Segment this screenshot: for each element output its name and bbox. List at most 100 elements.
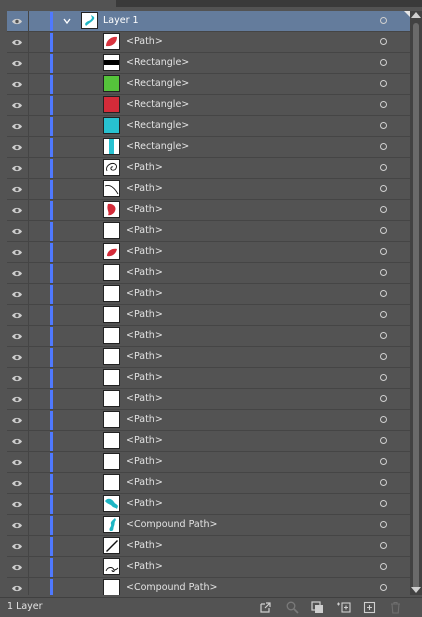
- item-name[interactable]: <Path>: [126, 414, 163, 425]
- visibility-eye-icon[interactable]: [11, 562, 23, 573]
- item-name[interactable]: <Path>: [126, 477, 163, 488]
- target-circle-icon[interactable]: [380, 542, 387, 549]
- export-icon[interactable]: [258, 600, 273, 615]
- layer-item-row[interactable]: <Rectangle>: [7, 74, 410, 95]
- scroll-up-arrow-icon[interactable]: [411, 12, 421, 18]
- layer-item-row[interactable]: <Path>: [7, 179, 410, 200]
- item-name[interactable]: <Path>: [126, 393, 163, 404]
- visibility-eye-icon[interactable]: [11, 79, 23, 90]
- item-name[interactable]: <Path>: [126, 183, 163, 194]
- layer-item-row[interactable]: <Path>: [7, 494, 410, 515]
- visibility-eye-icon[interactable]: [11, 499, 23, 510]
- visibility-eye-icon[interactable]: [11, 142, 23, 153]
- item-name[interactable]: <Path>: [126, 330, 163, 341]
- target-circle-icon[interactable]: [380, 164, 387, 171]
- target-circle-icon[interactable]: [380, 227, 387, 234]
- item-name[interactable]: <Path>: [126, 561, 163, 572]
- visibility-eye-icon[interactable]: [11, 394, 23, 405]
- item-name[interactable]: <Path>: [126, 435, 163, 446]
- target-circle-icon[interactable]: [380, 17, 387, 24]
- visibility-eye-icon[interactable]: [11, 478, 23, 489]
- layer-item-row[interactable]: <Path>: [7, 158, 410, 179]
- item-name[interactable]: <Compound Path>: [126, 582, 217, 593]
- visibility-eye-icon[interactable]: [11, 247, 23, 258]
- locate-object-icon[interactable]: [285, 600, 300, 615]
- target-circle-icon[interactable]: [380, 101, 387, 108]
- target-circle-icon[interactable]: [380, 143, 387, 150]
- target-circle-icon[interactable]: [380, 479, 387, 486]
- layer-item-row[interactable]: <Path>: [7, 305, 410, 326]
- target-circle-icon[interactable]: [380, 122, 387, 129]
- visibility-eye-icon[interactable]: [11, 58, 23, 69]
- visibility-eye-icon[interactable]: [11, 37, 23, 48]
- layer-item-row[interactable]: <Path>: [7, 557, 410, 578]
- target-circle-icon[interactable]: [380, 311, 387, 318]
- visibility-eye-icon[interactable]: [11, 520, 23, 531]
- item-name[interactable]: <Path>: [126, 267, 163, 278]
- item-name[interactable]: <Path>: [126, 225, 163, 236]
- layer-item-row[interactable]: <Path>: [7, 32, 410, 53]
- item-name[interactable]: <Path>: [126, 498, 163, 509]
- layer-item-row[interactable]: <Compound Path>: [7, 515, 410, 536]
- target-circle-icon[interactable]: [380, 59, 387, 66]
- visibility-eye-icon[interactable]: [11, 289, 23, 300]
- layer-item-row[interactable]: <Rectangle>: [7, 116, 410, 137]
- item-name[interactable]: <Compound Path>: [126, 519, 217, 530]
- target-circle-icon[interactable]: [380, 185, 387, 192]
- visibility-eye-icon[interactable]: [11, 163, 23, 174]
- item-name[interactable]: <Path>: [126, 162, 163, 173]
- item-name[interactable]: <Rectangle>: [126, 78, 189, 89]
- layer-row[interactable]: Layer 1: [7, 11, 410, 32]
- new-sublayer-icon[interactable]: [336, 600, 351, 615]
- visibility-eye-icon[interactable]: [11, 583, 23, 594]
- layer-item-row[interactable]: <Path>: [7, 389, 410, 410]
- layer-name[interactable]: Layer 1: [103, 15, 139, 26]
- item-name[interactable]: <Path>: [126, 246, 163, 257]
- visibility-eye-icon[interactable]: [11, 436, 23, 447]
- layer-item-row[interactable]: <Path>: [7, 473, 410, 494]
- target-circle-icon[interactable]: [380, 437, 387, 444]
- target-circle-icon[interactable]: [380, 290, 387, 297]
- layer-item-row[interactable]: <Rectangle>: [7, 53, 410, 74]
- visibility-eye-icon[interactable]: [11, 373, 23, 384]
- layer-item-row[interactable]: <Compound Path>: [7, 578, 410, 595]
- layer-item-row[interactable]: <Path>: [7, 263, 410, 284]
- item-name[interactable]: <Path>: [126, 309, 163, 320]
- target-circle-icon[interactable]: [380, 248, 387, 255]
- visibility-eye-icon[interactable]: [11, 16, 23, 27]
- item-name[interactable]: <Rectangle>: [126, 120, 189, 131]
- target-circle-icon[interactable]: [380, 521, 387, 528]
- clipping-mask-icon[interactable]: [310, 600, 325, 615]
- layer-item-row[interactable]: <Path>: [7, 452, 410, 473]
- visibility-eye-icon[interactable]: [11, 205, 23, 216]
- visibility-eye-icon[interactable]: [11, 226, 23, 237]
- layer-item-row[interactable]: <Rectangle>: [7, 95, 410, 116]
- visibility-eye-icon[interactable]: [11, 415, 23, 426]
- target-circle-icon[interactable]: [380, 80, 387, 87]
- layer-item-row[interactable]: <Path>: [7, 347, 410, 368]
- scrollbar-thumb[interactable]: [413, 23, 419, 589]
- visibility-eye-icon[interactable]: [11, 352, 23, 363]
- visibility-eye-icon[interactable]: [11, 331, 23, 342]
- layer-item-row[interactable]: <Path>: [7, 536, 410, 557]
- scrollbar[interactable]: [410, 11, 422, 595]
- item-name[interactable]: <Path>: [126, 456, 163, 467]
- target-circle-icon[interactable]: [380, 395, 387, 402]
- layer-item-row[interactable]: <Path>: [7, 326, 410, 347]
- visibility-eye-icon[interactable]: [11, 268, 23, 279]
- expand-chevron-icon[interactable]: [62, 16, 72, 26]
- layers-tab[interactable]: [0, 0, 116, 7]
- layer-item-row[interactable]: <Path>: [7, 221, 410, 242]
- visibility-eye-icon[interactable]: [11, 457, 23, 468]
- target-circle-icon[interactable]: [380, 458, 387, 465]
- scroll-down-arrow-icon[interactable]: [411, 587, 421, 593]
- layer-item-row[interactable]: <Path>: [7, 242, 410, 263]
- item-name[interactable]: <Path>: [126, 36, 163, 47]
- target-circle-icon[interactable]: [380, 353, 387, 360]
- item-name[interactable]: <Path>: [126, 372, 163, 383]
- trash-icon[interactable]: [388, 600, 403, 615]
- item-name[interactable]: <Path>: [126, 540, 163, 551]
- layer-item-row[interactable]: <Path>: [7, 284, 410, 305]
- layer-item-row[interactable]: <Path>: [7, 200, 410, 221]
- target-circle-icon[interactable]: [380, 500, 387, 507]
